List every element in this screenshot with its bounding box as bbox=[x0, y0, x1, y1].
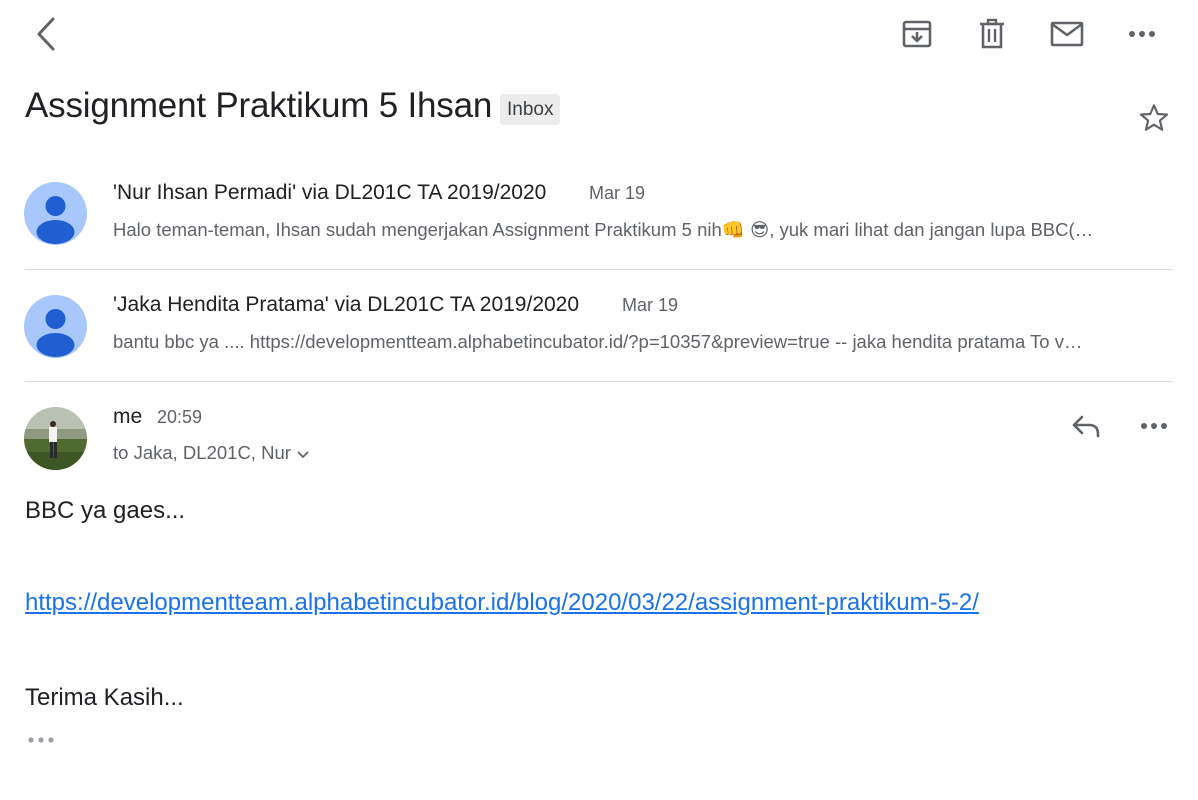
divider bbox=[25, 381, 1173, 382]
message-date: Mar 19 bbox=[589, 183, 646, 203]
avatar bbox=[24, 295, 87, 358]
email-thread-view: Assignment Praktikum 5 Ihsan Inbox 'Nur … bbox=[0, 0, 1198, 800]
avatar bbox=[24, 407, 87, 470]
show-trimmed-content-icon[interactable] bbox=[24, 730, 58, 750]
sender-name: 'Jaka Hendita Pratama' via DL201C TA 201… bbox=[113, 293, 580, 316]
mail-icon[interactable] bbox=[1045, 12, 1089, 56]
reply-icon[interactable] bbox=[1064, 406, 1108, 446]
sender-name: 'Nur Ihsan Permadi' via DL201C TA 2019/2… bbox=[113, 181, 547, 204]
trash-icon[interactable] bbox=[970, 12, 1014, 56]
recipients-text: to Jaka, DL201C, Nur bbox=[113, 442, 291, 463]
recipients-toggle[interactable]: to Jaka, DL201C, Nur bbox=[113, 442, 309, 464]
message-date: Mar 19 bbox=[622, 295, 679, 315]
avatar bbox=[24, 182, 87, 245]
more-horizontal-icon[interactable] bbox=[1132, 406, 1176, 446]
inbox-label-chip[interactable]: Inbox bbox=[500, 94, 561, 125]
chevron-down-icon bbox=[297, 442, 309, 464]
divider bbox=[25, 269, 1173, 270]
star-outline-icon[interactable] bbox=[1133, 97, 1175, 139]
message-snippet: bantu bbc ya .... https://developmenttea… bbox=[113, 331, 1083, 352]
more-horizontal-icon[interactable] bbox=[1120, 12, 1164, 56]
message-snippet: Halo teman-teman, Ihsan sudah mengerjaka… bbox=[113, 219, 1094, 240]
message-body-line: Terima Kasih... bbox=[25, 684, 184, 711]
archive-icon[interactable] bbox=[895, 12, 939, 56]
thread-subject: Assignment Praktikum 5 Ihsan bbox=[25, 86, 493, 125]
message-body-line: BBC ya gaes... bbox=[25, 497, 186, 524]
message-time: 20:59 bbox=[157, 407, 203, 427]
message-body-link[interactable]: https://developmentteam.alphabetincubato… bbox=[25, 589, 979, 617]
sender-name: me bbox=[113, 405, 143, 428]
back-arrow-icon[interactable] bbox=[24, 12, 68, 56]
